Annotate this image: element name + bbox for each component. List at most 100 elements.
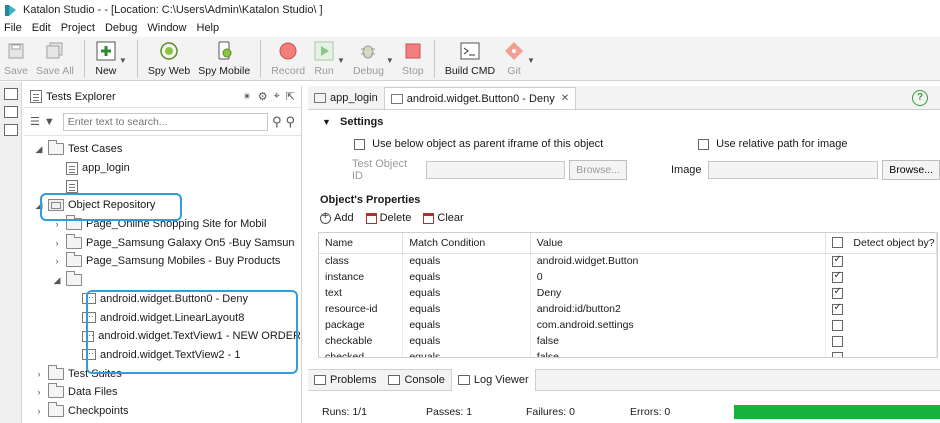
table-row[interactable]: instance equals 0 bbox=[319, 269, 937, 285]
image-path-field[interactable] bbox=[707, 161, 879, 179]
relative-path-option[interactable]: Use relative path for image bbox=[698, 138, 848, 150]
relative-path-checkbox[interactable] bbox=[698, 138, 709, 150]
collapsed-chevron-icon[interactable]: › bbox=[34, 387, 44, 397]
menu-window[interactable]: Window bbox=[147, 22, 186, 34]
property-name-cell[interactable]: checked bbox=[319, 349, 404, 357]
restore-view-icon[interactable] bbox=[3, 88, 18, 100]
property-value-cell[interactable]: false bbox=[530, 333, 826, 349]
tests-explorer-view-icon[interactable] bbox=[3, 106, 18, 118]
match-condition-cell[interactable]: equals bbox=[402, 269, 531, 285]
advanced-search-icon[interactable]: ⚲ bbox=[285, 114, 295, 130]
delete-property-button[interactable]: Delete bbox=[365, 212, 411, 224]
filter-list-icon[interactable]: ☰ bbox=[30, 115, 40, 128]
property-name-cell[interactable]: package bbox=[319, 317, 404, 333]
parent-iframe-option[interactable]: Use below object as parent iframe of thi… bbox=[354, 138, 603, 150]
column-header-value[interactable]: Value bbox=[530, 233, 826, 254]
tree-item-page-samsung-galaxy[interactable]: › Page_Samsung Galaxy On5 -Buy Samsun bbox=[24, 233, 301, 252]
detect-object-checkbox[interactable] bbox=[831, 270, 843, 283]
table-row[interactable]: package equals com.android.settings bbox=[319, 317, 937, 333]
tab-console[interactable]: Console bbox=[382, 369, 450, 391]
table-row[interactable]: resource-id equals android:id/button2 bbox=[319, 301, 937, 317]
match-condition-cell[interactable]: equals bbox=[402, 333, 531, 349]
keyword-view-icon[interactable] bbox=[3, 124, 18, 136]
save-button[interactable]: Save bbox=[0, 40, 32, 77]
clear-properties-button[interactable]: Clear bbox=[423, 212, 464, 224]
property-value-cell[interactable]: 0 bbox=[530, 269, 826, 285]
maximize-icon[interactable]: ⇱ bbox=[286, 90, 295, 103]
expanded-chevron-icon[interactable]: ◢ bbox=[52, 275, 62, 286]
property-name-cell[interactable]: checkable bbox=[319, 333, 404, 349]
test-object-id-field[interactable] bbox=[426, 161, 566, 179]
collapsed-chevron-icon[interactable]: › bbox=[34, 406, 44, 416]
detect-object-checkbox[interactable] bbox=[831, 254, 843, 267]
collapsed-chevron-icon[interactable]: › bbox=[52, 256, 62, 266]
stop-button[interactable]: Stop bbox=[398, 40, 428, 77]
property-name-cell[interactable]: text bbox=[319, 285, 404, 301]
add-property-button[interactable]: Add bbox=[320, 210, 354, 224]
property-name-cell[interactable]: instance bbox=[319, 269, 404, 285]
menu-file[interactable]: File bbox=[4, 22, 22, 34]
settings-section-header[interactable]: ▼ Settings bbox=[322, 116, 383, 128]
tree-item-test-cases[interactable]: ◢ Test Cases bbox=[24, 140, 301, 159]
new-button[interactable]: New bbox=[91, 40, 121, 77]
table-row[interactable]: checkable equals false bbox=[319, 333, 937, 349]
match-condition-cell[interactable]: equals bbox=[402, 317, 531, 333]
column-header-name[interactable]: Name bbox=[319, 233, 404, 254]
table-row[interactable]: class equals android.widget.Button bbox=[319, 253, 937, 269]
menu-debug[interactable]: Debug bbox=[105, 22, 137, 34]
filter-dropdown-chevron-icon[interactable]: ▼ bbox=[44, 116, 55, 128]
column-header-match-condition[interactable]: Match Condition bbox=[402, 233, 531, 254]
tree-item-checkpoints[interactable]: › Checkpoints bbox=[24, 401, 301, 421]
property-value-cell[interactable]: com.android.settings bbox=[530, 317, 826, 333]
spy-web-button[interactable]: Spy Web bbox=[144, 40, 194, 77]
expanded-chevron-icon[interactable]: ◢ bbox=[34, 144, 44, 155]
run-dropdown-chevron-icon[interactable]: ▼ bbox=[337, 56, 345, 65]
tree-item-data-files[interactable]: › Data Files bbox=[24, 383, 301, 402]
tab-app-login[interactable]: app_login bbox=[308, 87, 384, 109]
tree-item-unnamed-folder[interactable]: ◢ bbox=[24, 271, 301, 290]
explorer-search-input[interactable] bbox=[62, 112, 268, 131]
detect-object-checkbox[interactable] bbox=[831, 319, 843, 331]
tab-log-viewer[interactable]: Log Viewer bbox=[450, 369, 536, 391]
debug-dropdown-chevron-icon[interactable]: ▼ bbox=[386, 56, 394, 65]
match-condition-cell[interactable]: equals bbox=[402, 285, 531, 301]
property-name-cell[interactable]: resource-id bbox=[319, 301, 404, 317]
property-value-cell[interactable]: android.widget.Button bbox=[530, 253, 826, 269]
match-condition-cell[interactable]: equals bbox=[402, 301, 531, 317]
save-all-button[interactable]: Save All bbox=[32, 40, 78, 77]
menu-project[interactable]: Project bbox=[61, 22, 95, 34]
close-tab-icon[interactable]: ✕ bbox=[561, 93, 569, 104]
parent-iframe-checkbox[interactable] bbox=[354, 138, 365, 150]
detect-object-checkbox[interactable] bbox=[831, 286, 843, 299]
column-header-detect[interactable]: Detect object by? bbox=[825, 233, 937, 254]
new-dropdown-chevron-icon[interactable]: ▼ bbox=[119, 56, 127, 65]
browse-image-button[interactable]: Browse... bbox=[882, 160, 940, 180]
spy-mobile-button[interactable]: Spy Mobile bbox=[194, 40, 254, 77]
property-value-cell[interactable]: Deny bbox=[530, 285, 826, 301]
link-icon[interactable]: ⌖ bbox=[274, 90, 280, 103]
git-button[interactable]: Git bbox=[499, 40, 529, 77]
collapsed-chevron-icon[interactable]: › bbox=[52, 238, 62, 248]
browse-object-button[interactable]: Browse... bbox=[569, 160, 627, 180]
menu-help[interactable]: Help bbox=[197, 22, 220, 34]
tab-problems[interactable]: Problems bbox=[308, 369, 382, 391]
record-button[interactable]: Record bbox=[267, 40, 309, 77]
property-value-cell[interactable]: android:id/button2 bbox=[530, 301, 826, 317]
debug-button[interactable]: Debug bbox=[349, 40, 388, 77]
git-dropdown-chevron-icon[interactable]: ▼ bbox=[527, 56, 535, 65]
build-cmd-button[interactable]: Build CMD bbox=[441, 40, 499, 77]
tab-button0-deny[interactable]: android.widget.Button0 - Deny ✕ bbox=[383, 87, 577, 109]
property-name-cell[interactable]: class bbox=[319, 253, 404, 269]
table-row[interactable]: checked equals false bbox=[319, 349, 937, 357]
property-value-cell[interactable]: false bbox=[530, 349, 826, 357]
detect-object-checkbox[interactable] bbox=[831, 335, 843, 347]
collapsed-chevron-icon[interactable]: › bbox=[34, 369, 44, 379]
collapse-icon[interactable]: ✴ bbox=[242, 90, 251, 103]
detect-all-checkbox[interactable] bbox=[831, 237, 843, 249]
tree-item-app-login[interactable]: app_login bbox=[24, 159, 301, 178]
refresh-icon[interactable]: ⚙ bbox=[258, 90, 268, 103]
table-row[interactable]: text equals Deny bbox=[319, 285, 937, 301]
detect-object-checkbox[interactable] bbox=[831, 351, 843, 357]
help-icon[interactable]: ? bbox=[912, 90, 928, 106]
detect-object-checkbox[interactable] bbox=[831, 302, 843, 315]
